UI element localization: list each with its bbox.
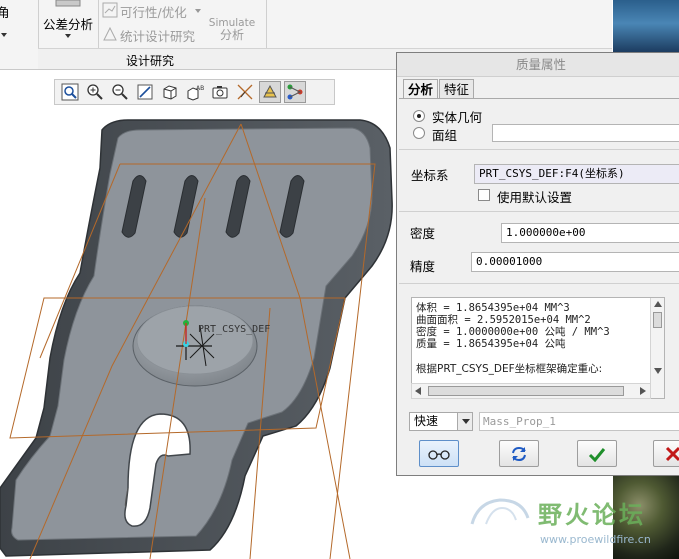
datum-display-icon [237,84,253,100]
precision-field[interactable]: 0.00001000 [471,252,679,272]
zoom-in-button[interactable] [84,81,106,103]
ribbon-separator [98,0,99,48]
tab-analysis[interactable]: 分析 [403,79,439,99]
section-divider [399,283,679,284]
tab-divider [399,98,679,99]
ribbon-separator [266,0,267,48]
group-design-study-label: 设计研究 [126,54,175,68]
refresh-icon [512,446,526,461]
zoom-out-icon [112,84,128,100]
use-default-checkbox[interactable] [478,189,490,201]
result-line: 质量 = 1.8654395e+04 公吨 [416,338,566,350]
svg-text:AB: AB [196,85,204,92]
dialog-tabs: 分析 特征 [403,79,475,99]
feasibility-optimize-label: 可行性/优化 [120,5,187,20]
results-vertical-scrollbar[interactable] [650,298,664,398]
spin-center-icon [263,84,277,98]
radio-quilt-label: 面组 [432,128,458,143]
close-icon [665,446,679,461]
quilt-selector-field[interactable] [492,124,679,142]
section-divider [399,149,679,150]
scroll-up-icon[interactable] [654,301,662,307]
datum-display-button[interactable] [234,81,256,103]
chevron-down-icon [65,34,71,38]
named-view-button[interactable]: AB [184,81,206,103]
watermark-url: www.proewildfire.cn [540,533,651,546]
mode-select[interactable]: 快速 [409,412,473,431]
appearance-button[interactable] [284,81,306,103]
tolerance-analysis-icon [55,0,81,7]
feasibility-icon [102,2,118,18]
refit-button[interactable] [134,81,156,103]
refit-icon [137,84,153,100]
ok-button[interactable] [577,440,617,467]
chevron-down-icon [195,9,201,13]
zoom-in-icon [87,84,103,100]
named-view-icon: AB [187,85,204,101]
tolerance-analysis-button[interactable]: 公差分析 [40,0,96,46]
csys-label: 坐标系 [411,168,449,183]
tab-feature[interactable]: 特征 [439,79,475,99]
precision-label: 精度 [410,259,436,274]
mode-select-value: 快速 [414,414,439,428]
scroll-thumb[interactable] [653,312,662,328]
appearance-icon [287,84,303,100]
background-photo [613,0,679,52]
flame-logo-icon [470,498,530,525]
scroll-thumb[interactable] [428,386,624,396]
density-label: 密度 [410,226,436,241]
results-horizontal-scrollbar[interactable] [411,383,651,399]
chevron-down-icon [457,413,472,430]
tolerance-analysis-label: 公差分析 [43,17,94,32]
result-line: 根据PRT_CSYS_DEF坐标框架确定重心: [416,363,603,375]
model-viewport[interactable]: PRT_CSYS_DEF [0,108,400,559]
radio-solid-geometry[interactable] [413,110,425,122]
watermark-text: 野火论坛 [538,501,646,529]
density-field[interactable]: 1.000000e+00 [501,223,679,243]
camera-icon [212,86,228,99]
forum-watermark: 野火论坛 [468,494,668,534]
spin-center-button[interactable] [259,81,281,103]
ribbon-separator [38,0,39,48]
ribbon-partial-label: 角 [0,5,10,20]
chevron-down-icon[interactable] [1,33,7,37]
display-style-button[interactable] [159,81,181,103]
cancel-button[interactable] [653,440,679,467]
use-default-label: 使用默认设置 [497,190,573,205]
csys-field[interactable]: PRT_CSYS_DEF:F4(坐标系) [474,164,679,184]
feature-name-field[interactable]: Mass_Prop_1 [479,412,679,431]
radio-solid-geometry-label: 实体几何 [432,110,483,125]
scroll-right-icon[interactable] [640,387,646,395]
section-divider [399,211,679,212]
repaint-button[interactable] [499,440,539,467]
checkmark-icon [588,447,606,462]
statistical-design-study-button[interactable]: 统计设计研究 [100,24,204,44]
zoom-window-icon [61,83,79,101]
zoom-window-button[interactable] [59,81,81,103]
dialog-title: 质量属性 [397,53,679,77]
app-window: { "ribbon": { "left_partial_label": "角",… [0,0,679,559]
glasses-icon [428,449,450,460]
display-style-icon [163,85,177,100]
mass-properties-dialog: 质量属性 分析 特征 实体几何 面组 坐标系 PRT_CSYS_DEF:F4(坐… [396,52,679,476]
scroll-down-icon[interactable] [654,368,662,374]
csys-label: PRT_CSYS_DEF [198,324,270,335]
simulate-analysis-button[interactable]: Simulate 分析 [206,14,258,46]
zoom-out-button[interactable] [109,81,131,103]
simulate-analysis-label: 分析 [219,28,244,42]
saved-orientations-button[interactable] [209,81,231,103]
scroll-left-icon[interactable] [415,387,421,395]
view-toolbar: AB [54,79,335,105]
preview-button[interactable] [419,440,459,467]
statistical-design-icon [103,26,117,41]
statistical-design-study-label: 统计设计研究 [120,29,196,44]
radio-quilt[interactable] [413,127,425,139]
feasibility-optimize-button[interactable]: 可行性/优化 [100,0,204,20]
